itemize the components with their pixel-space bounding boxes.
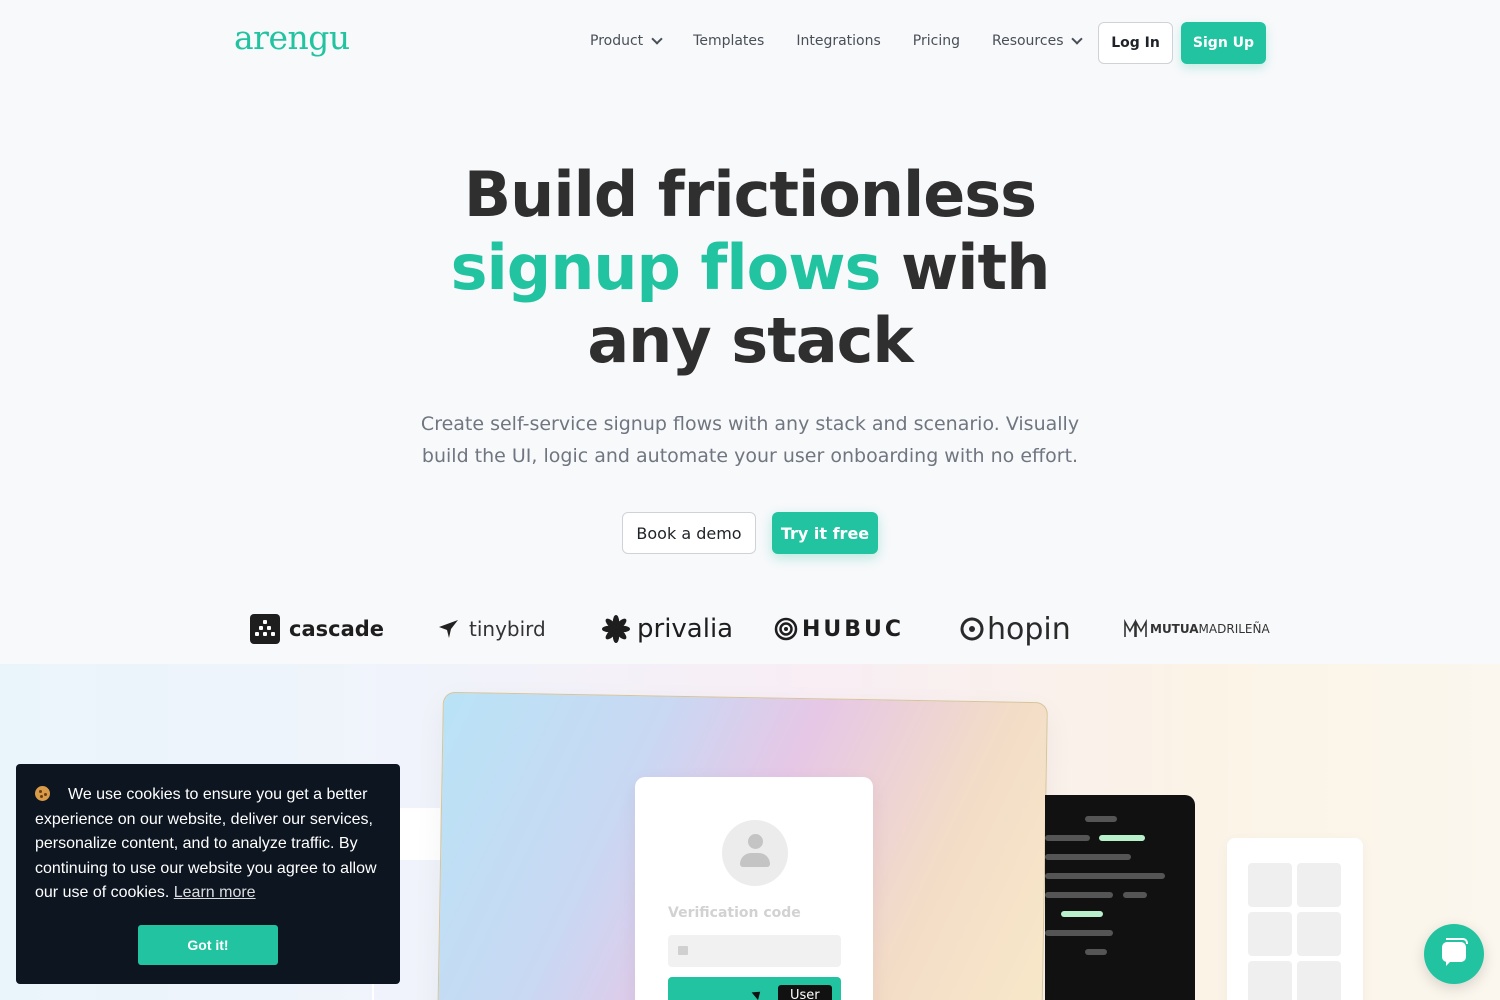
hero-title-line2: with — [880, 231, 1050, 304]
chat-icon — [1442, 938, 1468, 962]
chevron-down-icon — [1071, 33, 1084, 45]
try-free-button[interactable]: Try it free — [772, 512, 878, 554]
target-icon — [774, 617, 798, 641]
hero-title-line1: Build frictionless — [463, 158, 1037, 231]
hero-title: Build frictionless signup flows with any… — [350, 158, 1150, 377]
logo-hubuc-text: HUBUC — [802, 616, 905, 642]
logo-madrilena-text: MADRILEÑA — [1198, 622, 1270, 636]
flower-icon — [602, 615, 630, 643]
learn-more-link[interactable]: Learn more — [174, 884, 256, 901]
nav-templates-label: Templates — [693, 33, 765, 49]
nav-templates[interactable]: Templates — [693, 33, 764, 49]
logo-hopin-text: hopin — [987, 611, 1071, 647]
signup-button[interactable]: Sign Up — [1181, 22, 1266, 64]
mm-icon — [1124, 619, 1147, 637]
got-it-button[interactable]: Got it! — [138, 925, 278, 965]
nav-pricing-label: Pricing — [912, 33, 960, 49]
cookie-message: We use cookies to ensure you get a bette… — [35, 783, 381, 906]
user-icon-body — [740, 853, 770, 867]
chevron-down-icon — [651, 33, 663, 45]
verification-label: Verification code — [668, 905, 801, 921]
user-chip: User — [778, 985, 832, 1000]
user-icon — [748, 834, 763, 849]
submit-bar: User — [668, 977, 841, 1000]
logo-hubuc: HUBUC — [774, 610, 904, 648]
nav-resources-label: Resources — [991, 33, 1064, 49]
signup-form-preview: Verification code User — [635, 777, 873, 1000]
bird-icon — [439, 620, 458, 638]
cursor-icon — [751, 987, 764, 1000]
logo-cascade: cascade — [250, 610, 384, 648]
logo-cascade-text: cascade — [289, 617, 385, 641]
swirl-icon — [960, 617, 984, 641]
grid-panel — [1227, 838, 1363, 1000]
top-nav: arengu Product Templates Integrations Pr… — [0, 0, 1500, 86]
chat-icon-tail — [1446, 960, 1452, 966]
book-demo-button[interactable]: Book a demo — [622, 512, 756, 554]
logo-tinybird-text: tinybird — [469, 617, 546, 641]
avatar — [722, 820, 788, 886]
nav-links: Product Templates Integrations Pricing R… — [590, 33, 1113, 49]
arengu-logo[interactable]: arengu — [234, 18, 350, 57]
hero-title-accent: signup flows — [450, 231, 882, 304]
login-button[interactable]: Log In — [1098, 22, 1173, 64]
chat-button[interactable] — [1424, 924, 1484, 984]
code-panel — [1045, 795, 1195, 1000]
logo-mutua: MUTUA MADRILEÑA — [1124, 610, 1270, 648]
nav-integrations[interactable]: Integrations — [796, 33, 880, 49]
logo-hopin: hopin — [959, 610, 1071, 648]
nav-pricing[interactable]: Pricing — [913, 33, 960, 49]
cascade-icon — [250, 614, 280, 644]
cookie-icon — [35, 786, 50, 801]
logo-privalia-text: privalia — [637, 614, 734, 644]
nav-resources[interactable]: Resources — [991, 33, 1084, 49]
hero-title-line3: any stack — [587, 304, 913, 377]
logo-mutua-text: MUTUA — [1150, 622, 1199, 636]
cookie-banner: We use cookies to ensure you get a bette… — [16, 764, 400, 984]
nav-product-label: Product — [590, 33, 644, 49]
lock-icon — [678, 946, 688, 955]
nav-product[interactable]: Product — [590, 33, 663, 49]
logo-tinybird: tinybird — [437, 610, 546, 648]
verification-input — [668, 935, 841, 967]
hero-subtitle: Create self-service signup flows with an… — [420, 413, 1080, 467]
logo-privalia: privalia — [601, 610, 733, 648]
nav-integrations-label: Integrations — [796, 33, 881, 49]
